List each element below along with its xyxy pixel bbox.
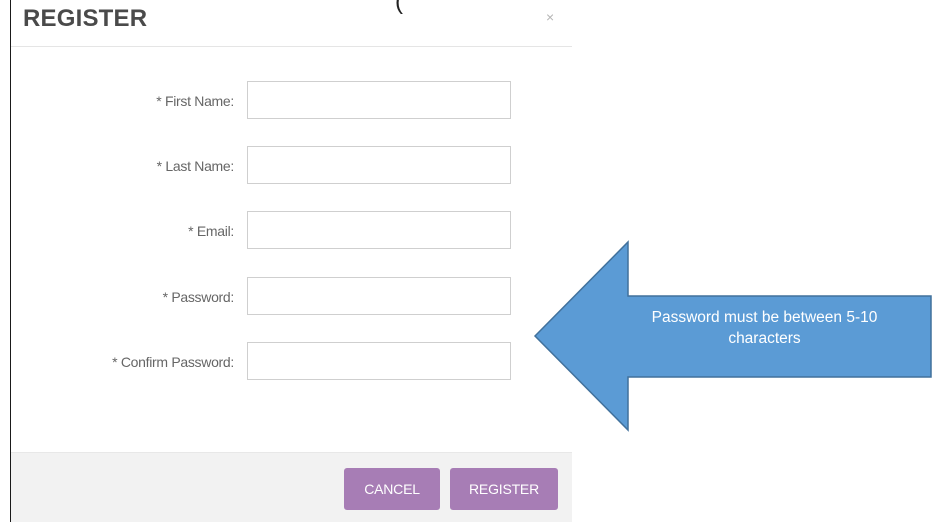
title-fragment: ( [395, 0, 403, 15]
dialog-footer: CANCEL REGISTER [11, 452, 572, 522]
password-row: * Password: [11, 277, 572, 319]
callout-text-line-1: Password must be between 5-10 [651, 309, 878, 326]
close-icon[interactable]: × [546, 9, 554, 25]
last-name-label: * Last Name: [156, 158, 235, 174]
confirm-password-input[interactable] [247, 342, 511, 380]
password-label: * Password: [162, 289, 235, 305]
register-dialog: REGISTER ( × * First Name: * Last Name: … [10, 0, 572, 522]
last-name-row: * Last Name: [11, 146, 572, 188]
email-row: * Email: [11, 211, 572, 253]
first-name-row: * First Name: [11, 81, 572, 123]
screenshot-stage: REGISTER ( × * First Name: * Last Name: … [0, 0, 933, 522]
confirm-password-row: * Confirm Password: [11, 342, 572, 384]
cancel-button[interactable]: CANCEL [344, 468, 440, 510]
password-input[interactable] [247, 277, 511, 315]
first-name-label: * First Name: [156, 93, 234, 109]
dialog-header: REGISTER ( × [11, 0, 572, 47]
dialog-title: REGISTER [23, 5, 148, 32]
confirm-password-label: * Confirm Password: [112, 354, 234, 370]
callout-text: Password must be between 5-10 characters [596, 307, 933, 349]
register-button[interactable]: REGISTER [450, 468, 558, 510]
last-name-input[interactable] [247, 146, 511, 184]
email-input[interactable] [247, 211, 511, 249]
email-label: * Email: [188, 223, 234, 239]
callout-text-line-2: characters [728, 330, 801, 347]
first-name-input[interactable] [247, 81, 511, 119]
